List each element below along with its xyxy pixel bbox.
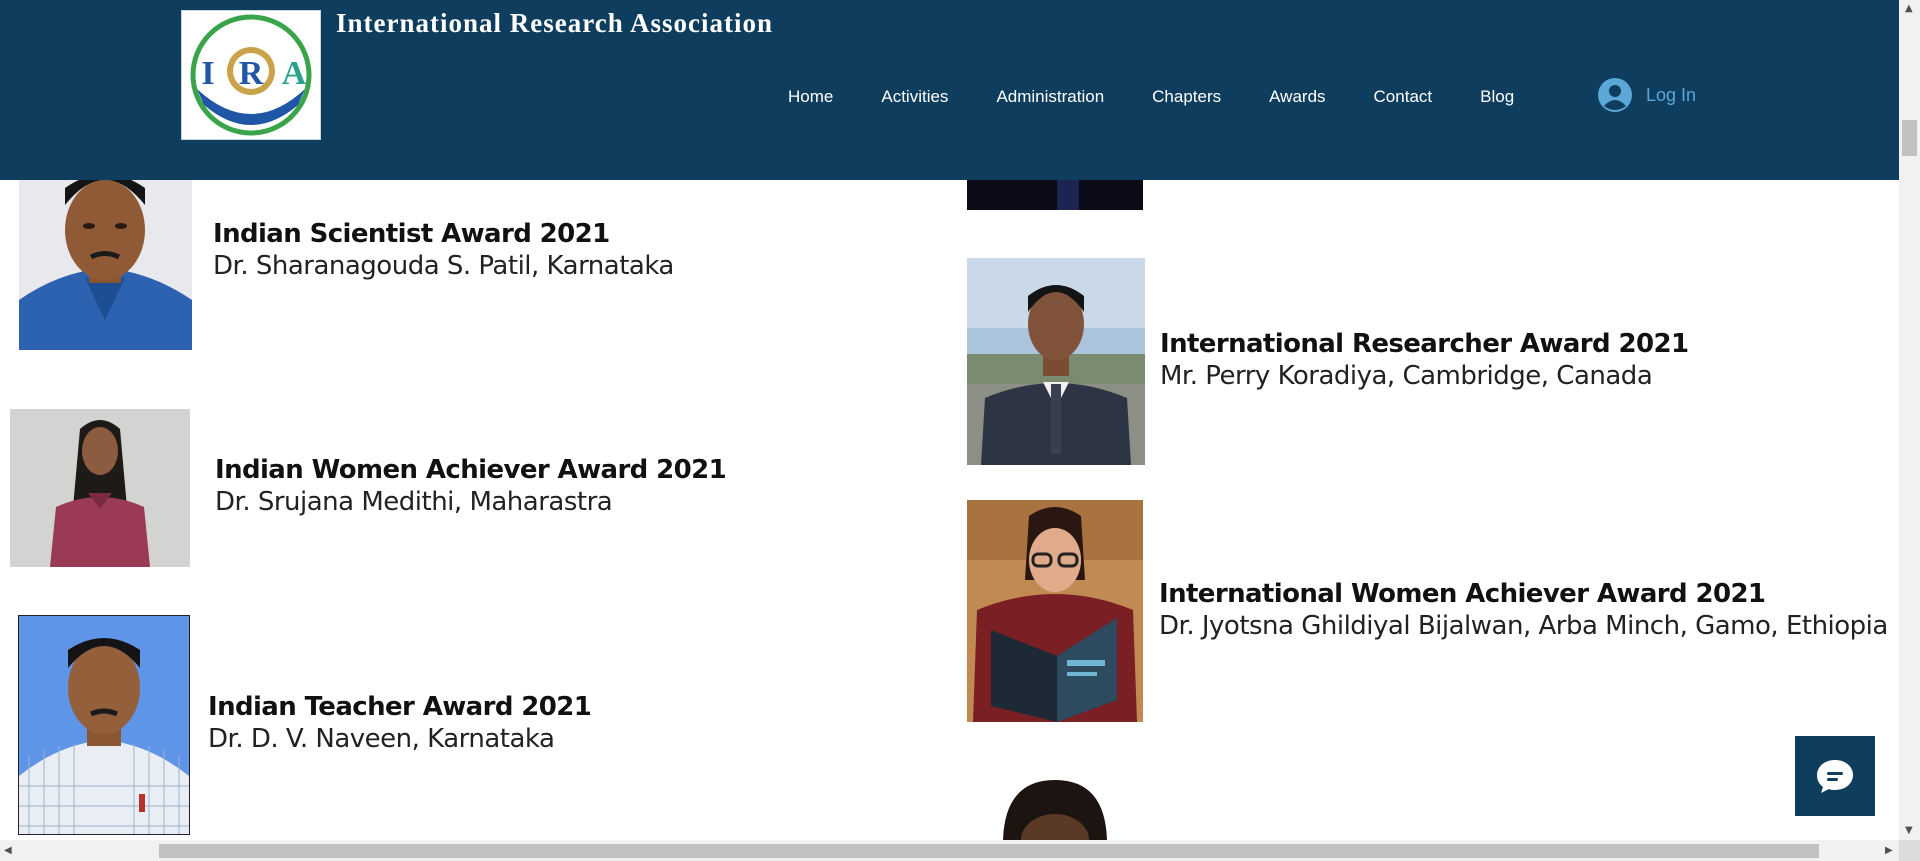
award-title: Indian Teacher Award 2021	[208, 692, 592, 722]
chat-button[interactable]	[1795, 736, 1875, 816]
award-title: Indian Women Achiever Award 2021	[215, 455, 727, 485]
scroll-up-arrow-icon[interactable]: ▲	[1905, 4, 1913, 14]
site-title[interactable]: International Research Association	[336, 8, 773, 39]
award-photo-indian-women-achiever	[10, 409, 190, 567]
site-header: I R A International Research Association…	[0, 0, 1899, 180]
svg-text:A: A	[282, 55, 307, 92]
award-title: Indian Scientist Award 2021	[213, 219, 610, 249]
chat-bubble-icon	[1817, 760, 1853, 793]
award-recipient: Dr. Jyotsna Ghildiyal Bijalwan, Arba Min…	[1159, 611, 1888, 641]
nav-chapters[interactable]: Chapters	[1128, 85, 1245, 115]
award-photo-indian-teacher	[18, 615, 190, 835]
nav-home[interactable]: Home	[764, 85, 857, 115]
nav-activities[interactable]: Activities	[857, 85, 972, 115]
horizontal-scrollbar-thumb[interactable]	[159, 844, 1819, 858]
award-title: International Women Achiever Award 2021	[1159, 579, 1766, 609]
award-photo-indian-scientist	[19, 160, 192, 350]
nav-blog[interactable]: Blog	[1456, 85, 1538, 115]
scroll-left-arrow-icon[interactable]: ◀	[4, 846, 12, 856]
scrollbar-corner	[1899, 840, 1920, 861]
ira-logo[interactable]: I R A	[181, 10, 321, 140]
award-photo-partial-bottom	[967, 778, 1143, 840]
award-title: International Researcher Award 2021	[1160, 329, 1689, 359]
svg-text:I: I	[201, 55, 214, 92]
login-label[interactable]: Log In	[1646, 85, 1696, 106]
nav-awards[interactable]: Awards	[1245, 85, 1349, 115]
award-recipient: Dr. Sharanagouda S. Patil, Karnataka	[213, 251, 674, 281]
vertical-scrollbar-thumb[interactable]	[1902, 120, 1917, 156]
scroll-right-arrow-icon[interactable]: ▶	[1885, 846, 1893, 856]
scroll-down-arrow-icon[interactable]: ▼	[1905, 826, 1913, 836]
svg-text:R: R	[239, 55, 264, 92]
nav-administration[interactable]: Administration	[972, 85, 1128, 115]
page-viewport: Indian Scientist Award 2021 Dr. Sharanag…	[0, 0, 1899, 840]
main-nav: Home Activities Administration Chapters …	[764, 85, 1538, 115]
award-recipient: Mr. Perry Koradiya, Cambridge, Canada	[1160, 361, 1653, 391]
award-photo-international-women-achiever	[967, 500, 1143, 722]
user-avatar-icon	[1598, 78, 1632, 112]
award-recipient: Dr. D. V. Naveen, Karnataka	[208, 724, 555, 754]
award-recipient: Dr. Srujana Medithi, Maharastra	[215, 487, 613, 517]
login-button[interactable]: Log In	[1598, 78, 1696, 112]
nav-contact[interactable]: Contact	[1350, 85, 1457, 115]
award-photo-international-researcher	[967, 258, 1145, 465]
